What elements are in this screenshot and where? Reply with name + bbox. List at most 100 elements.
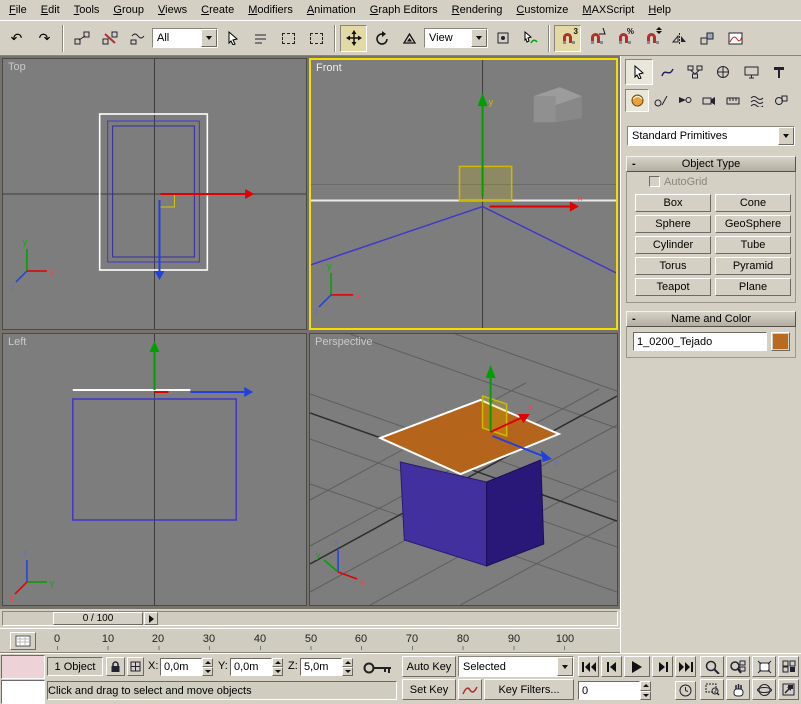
object-name-input[interactable]	[633, 332, 767, 351]
redo-button[interactable]: ↷	[31, 25, 58, 52]
primitive-button-plane[interactable]: Plane	[715, 278, 791, 296]
zoom-extents-all-button[interactable]	[778, 656, 799, 677]
pan-view-button[interactable]	[726, 679, 750, 700]
arc-rotate-button[interactable]	[752, 679, 776, 700]
menu-file[interactable]: File	[2, 1, 34, 19]
menu-animation[interactable]: Animation	[300, 1, 363, 19]
use-center-button[interactable]	[489, 25, 516, 52]
tab-modify[interactable]	[653, 59, 681, 85]
autogrid-row[interactable]: AutoGrid	[649, 176, 707, 188]
move-gizmo[interactable]	[150, 341, 254, 397]
y-coordinate-input[interactable]	[230, 658, 272, 676]
reference-coordinate-dropdown[interactable]: View	[424, 28, 488, 48]
primitive-button-geosphere[interactable]: GeoSphere	[715, 215, 791, 233]
play-button[interactable]	[624, 656, 650, 677]
default-in-out-tangent-button[interactable]	[458, 679, 482, 700]
viewport-top-label[interactable]: Top	[8, 61, 26, 73]
select-and-move-button[interactable]	[340, 25, 367, 52]
tab-create[interactable]	[625, 59, 653, 85]
primitive-button-torus[interactable]: Torus	[635, 257, 711, 275]
dropdown-arrow-icon[interactable]	[471, 29, 487, 47]
primitive-button-cylinder[interactable]: Cylinder	[635, 236, 711, 254]
maxscript-mini-listener[interactable]	[1, 680, 45, 704]
viewport-perspective-label[interactable]: Perspective	[315, 336, 372, 348]
spinner-snap-toggle-button[interactable]	[638, 25, 665, 52]
auto-key-button[interactable]: Auto Key	[402, 656, 456, 677]
primitive-button-box[interactable]: Box	[635, 194, 711, 212]
z-coordinate-input[interactable]	[300, 658, 342, 676]
menu-rendering[interactable]: Rendering	[445, 1, 510, 19]
time-slider-track[interactable]: 0 / 100	[2, 611, 618, 626]
viewport-front-label[interactable]: Front	[316, 62, 342, 74]
snaps-toggle-button[interactable]: 3	[554, 25, 581, 52]
track-bar[interactable]: 0 10 20 30 40 50 60 70 80 90 100	[0, 628, 620, 653]
x-spinner[interactable]	[202, 658, 213, 676]
viewport-left[interactable]: z y x Left	[2, 333, 307, 606]
selection-filter-dropdown[interactable]: All	[152, 28, 218, 48]
selection-lock-toggle[interactable]	[106, 657, 125, 676]
zoom-button[interactable]	[700, 656, 724, 677]
dropdown-arrow-icon[interactable]	[201, 29, 217, 47]
tab-display[interactable]	[737, 59, 765, 85]
time-configuration-button[interactable]	[675, 681, 696, 700]
rectangular-selection-region-button[interactable]	[275, 25, 302, 52]
field-of-view-button[interactable]	[700, 679, 724, 700]
select-by-name-button[interactable]	[247, 25, 274, 52]
category-systems[interactable]	[769, 89, 793, 112]
object-color-swatch[interactable]	[771, 332, 790, 351]
next-frame-button[interactable]	[652, 656, 673, 677]
category-space-warps[interactable]	[745, 89, 769, 112]
x-coordinate-input[interactable]	[160, 658, 202, 676]
key-mode-dropdown[interactable]: Selected	[458, 656, 574, 677]
menu-graph-editors[interactable]: Graph Editors	[363, 1, 445, 19]
name-color-rollout-header[interactable]: - Name and Color	[626, 311, 796, 327]
menu-create[interactable]: Create	[194, 1, 241, 19]
roof-plane-top-wire[interactable]	[100, 114, 208, 270]
tab-motion[interactable]	[709, 59, 737, 85]
menu-maxscript[interactable]: MAXScript	[575, 1, 641, 19]
menu-help[interactable]: Help	[641, 1, 678, 19]
box-front-wire[interactable]	[311, 207, 616, 273]
select-and-link-button[interactable]	[68, 25, 95, 52]
zoom-extents-button[interactable]	[752, 656, 776, 677]
viewport-left-label[interactable]: Left	[8, 336, 26, 348]
set-key-button[interactable]: Set Key	[402, 679, 456, 700]
angle-snap-toggle-button[interactable]	[582, 25, 609, 52]
primitive-button-sphere[interactable]: Sphere	[635, 215, 711, 233]
y-spinner[interactable]	[272, 658, 283, 676]
unlink-selection-button[interactable]	[96, 25, 123, 52]
go-to-start-button[interactable]	[578, 656, 599, 677]
menu-group[interactable]: Group	[106, 1, 151, 19]
current-frame-input[interactable]	[578, 681, 640, 700]
autogrid-checkbox[interactable]	[649, 176, 660, 187]
object-type-rollout-header[interactable]: - Object Type	[626, 156, 796, 172]
menu-modifiers[interactable]: Modifiers	[241, 1, 300, 19]
time-slider-thumb[interactable]: 0 / 100	[53, 612, 143, 625]
select-and-manipulate-button[interactable]	[517, 25, 544, 52]
viewport-front[interactable]: y x y x z Front	[309, 58, 618, 330]
yellow-plane-wire[interactable]	[459, 166, 511, 200]
set-keys-button[interactable]	[360, 659, 396, 677]
previous-frame-button[interactable]	[601, 656, 622, 677]
dropdown-arrow-icon[interactable]	[557, 657, 573, 676]
frame-spinner[interactable]	[640, 681, 651, 700]
menu-customize[interactable]: Customize	[509, 1, 575, 19]
primitive-button-tube[interactable]: Tube	[715, 236, 791, 254]
viewport-top[interactable]: y x z Top	[2, 58, 307, 330]
window-crossing-toggle-button[interactable]	[303, 25, 330, 52]
absolute-offset-mode-toggle[interactable]	[127, 657, 144, 676]
mini-curve-editor-button[interactable]	[10, 632, 36, 650]
box-top-wire[interactable]	[108, 121, 200, 262]
align-button[interactable]	[694, 25, 721, 52]
select-and-scale-button[interactable]	[396, 25, 423, 52]
undo-button[interactable]: ↶	[3, 25, 30, 52]
category-geometry[interactable]	[625, 89, 649, 112]
go-to-end-button[interactable]	[675, 656, 696, 677]
min-max-toggle-button[interactable]	[778, 679, 799, 700]
category-cameras[interactable]	[697, 89, 721, 112]
next-frame-nudge-button[interactable]	[144, 612, 158, 625]
key-filters-button[interactable]: Key Filters...	[484, 679, 574, 700]
select-object-button[interactable]	[219, 25, 246, 52]
mirror-button[interactable]	[666, 25, 693, 52]
menu-tools[interactable]: Tools	[67, 1, 107, 19]
